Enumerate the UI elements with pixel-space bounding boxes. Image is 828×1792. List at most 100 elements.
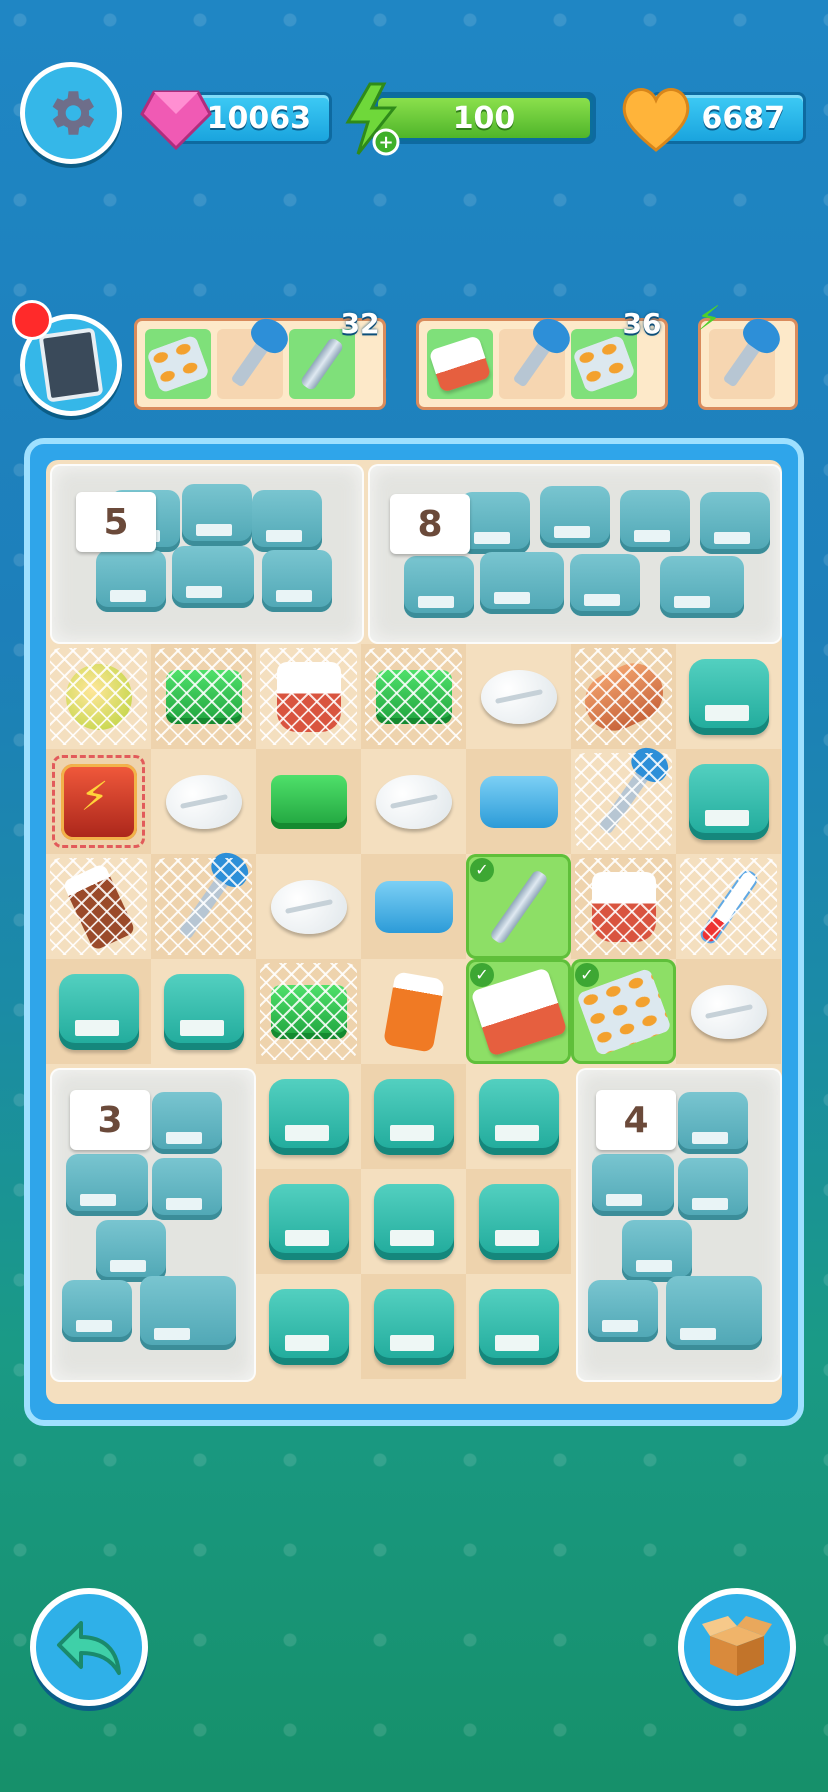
board-cell[interactable]	[256, 1064, 361, 1169]
board-cell[interactable]	[151, 959, 256, 1064]
board-cell[interactable]	[46, 644, 151, 749]
energy-value: 100	[452, 101, 516, 136]
order-slot	[709, 329, 775, 399]
board-cell[interactable]	[361, 1169, 466, 1274]
cardboard-box-icon	[702, 1616, 772, 1676]
checkmark-icon: ✓	[470, 963, 494, 987]
board-cell-ready[interactable]: ✓	[466, 854, 571, 959]
tablet-icon	[38, 327, 104, 403]
order-badge: 36	[622, 307, 662, 340]
board-cell[interactable]	[361, 854, 466, 959]
order-slot	[217, 329, 283, 399]
board-cell[interactable]	[571, 854, 676, 959]
cobweb-overlay	[575, 648, 672, 745]
medical-pack-icon	[163, 973, 244, 1050]
medical-pack-icon	[268, 1183, 349, 1260]
board-cell[interactable]	[466, 749, 571, 854]
order-slot	[145, 329, 211, 399]
board-cell[interactable]	[361, 959, 466, 1064]
undo-button[interactable]	[30, 1588, 148, 1706]
locked-bag-top-right[interactable]: 8	[368, 464, 782, 644]
checkmark-icon: ✓	[575, 963, 599, 987]
locked-bag-bottom-left[interactable]: 3	[50, 1068, 256, 1382]
board-cell-ready[interactable]: ✓	[571, 959, 676, 1064]
board-grid: 5 8 ✓	[46, 460, 782, 1404]
medical-pack-icon	[268, 1288, 349, 1365]
board-cell[interactable]	[676, 644, 781, 749]
blister-pack-icon	[146, 334, 210, 394]
heart-count: 6687	[701, 100, 786, 136]
spoon-icon	[722, 340, 762, 388]
target-frame	[52, 755, 145, 848]
board-cell[interactable]	[151, 644, 256, 749]
pill-bottle-icon	[382, 970, 445, 1053]
board-cell[interactable]	[361, 1274, 466, 1379]
spoon-icon	[512, 340, 552, 388]
medical-pack-icon	[478, 1183, 559, 1260]
board-cell[interactable]	[466, 1064, 571, 1169]
cobweb-overlay	[155, 648, 252, 745]
board-cell[interactable]	[256, 644, 361, 749]
cobweb-overlay	[50, 858, 147, 955]
heart-icon	[622, 88, 690, 152]
cobweb-overlay	[260, 648, 357, 745]
cobweb-overlay	[680, 858, 777, 955]
board-cell[interactable]	[571, 644, 676, 749]
green-case-icon	[270, 774, 347, 829]
tuning-fork-icon	[299, 336, 345, 392]
lightning-icon: +	[345, 82, 400, 156]
cobweb-overlay	[155, 858, 252, 955]
gem-icon	[140, 90, 212, 151]
notification-dot	[12, 300, 52, 340]
board-cell[interactable]	[361, 644, 466, 749]
board-cell[interactable]	[46, 959, 151, 1064]
gear-icon	[52, 91, 95, 135]
face-mask-icon	[374, 880, 453, 933]
board-cell[interactable]	[676, 959, 781, 1064]
energy-bar[interactable]: 100	[372, 92, 596, 144]
spoon-icon	[230, 340, 270, 388]
order-slot	[499, 329, 565, 399]
board-cell[interactable]	[256, 959, 361, 1064]
locked-bag-top-left[interactable]: 5	[50, 464, 364, 644]
board-cell[interactable]	[676, 854, 781, 959]
medical-pack-icon	[373, 1288, 454, 1365]
cobweb-overlay	[365, 648, 462, 745]
board-cell[interactable]	[151, 854, 256, 959]
board-cell[interactable]	[466, 1169, 571, 1274]
medical-pack-icon	[478, 1288, 559, 1365]
cobweb-overlay	[50, 648, 147, 745]
board-cell[interactable]	[256, 1169, 361, 1274]
medical-pack-icon	[688, 658, 769, 735]
order-card-1[interactable]: 32	[134, 307, 386, 410]
white-pill-icon	[270, 879, 347, 934]
storage-box-button[interactable]	[678, 1588, 796, 1706]
svg-text:+: +	[378, 132, 393, 153]
order-card-2[interactable]: 36	[416, 307, 668, 410]
cobweb-overlay	[260, 963, 357, 1060]
gem-count: 10063	[206, 100, 311, 136]
board-cell[interactable]	[361, 1064, 466, 1169]
board-cell[interactable]	[46, 749, 151, 854]
white-pill-icon	[480, 669, 557, 724]
cobweb-overlay	[575, 858, 672, 955]
board-cell[interactable]	[466, 644, 571, 749]
board-cell[interactable]	[361, 749, 466, 854]
board-cell-ready[interactable]: ✓	[466, 959, 571, 1064]
locked-bag-bottom-right[interactable]: 4	[576, 1068, 782, 1382]
medical-pack-icon	[373, 1183, 454, 1260]
board-cell[interactable]	[46, 854, 151, 959]
board-cell[interactable]	[466, 1274, 571, 1379]
settings-button[interactable]	[20, 62, 122, 164]
board-cell[interactable]	[571, 749, 676, 854]
board-cell[interactable]	[676, 749, 781, 854]
tuning-fork-icon	[488, 868, 549, 945]
board-cell[interactable]	[256, 1274, 361, 1379]
undo-arrow-icon	[57, 1621, 121, 1675]
board-cell[interactable]	[151, 749, 256, 854]
white-pill-icon	[165, 774, 242, 829]
bag-count-label: 8	[390, 494, 470, 554]
board-cell[interactable]	[256, 749, 361, 854]
order-card-3[interactable]: ⚡	[697, 299, 798, 410]
board-cell[interactable]	[256, 854, 361, 959]
